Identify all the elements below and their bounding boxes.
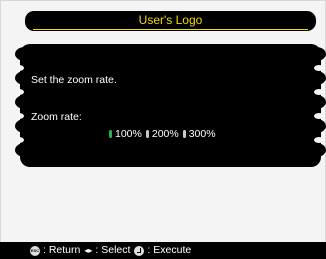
radio-selected-icon xyxy=(109,130,112,138)
zoom-option-label: 100% xyxy=(115,128,142,140)
left-right-arrows-icon: ◂▸ xyxy=(84,246,93,255)
radio-unselected-icon xyxy=(182,130,186,138)
zoom-option-200[interactable]: 200% xyxy=(144,128,179,140)
zoom-option-300[interactable]: 300% xyxy=(181,128,216,140)
title-bar: User's Logo xyxy=(25,11,316,31)
panel-edge-bump xyxy=(15,47,35,61)
panel-edge-notch xyxy=(14,65,24,71)
panel-edge-notch xyxy=(314,89,324,95)
title-underline xyxy=(33,29,308,30)
return-hint: : Return xyxy=(43,244,81,256)
radio-unselected-icon xyxy=(145,130,149,138)
panel-edge-bump xyxy=(306,47,326,61)
panel-edge-notch xyxy=(314,65,324,71)
instruction-text: Set the zoom rate. xyxy=(31,74,117,86)
panel-edge-bump xyxy=(306,95,326,109)
esc-button-icon: ESC xyxy=(30,245,40,256)
zoom-rate-label: Zoom rate: xyxy=(31,111,82,123)
zoom-rate-options: 100% 200% 300% xyxy=(107,128,218,140)
panel-edge-bump xyxy=(306,143,326,157)
enter-button-icon xyxy=(134,245,145,256)
execute-hint: : Execute xyxy=(147,244,192,256)
panel-edge-notch xyxy=(14,89,24,95)
zoom-option-label: 200% xyxy=(151,128,179,140)
panel-edge-bump xyxy=(15,143,35,157)
zoom-option-100[interactable]: 100% xyxy=(107,128,142,140)
panel-edge-bump xyxy=(15,95,35,109)
zoom-option-label: 300% xyxy=(188,128,216,140)
panel-edge-notch xyxy=(314,137,324,143)
select-hint: : Select xyxy=(95,244,131,256)
panel-edge-notch xyxy=(314,113,324,119)
panel-edge-notch xyxy=(14,113,24,119)
panel-edge-notch xyxy=(14,137,24,143)
panel-edge-bump xyxy=(306,119,326,133)
footer-help-bar: ESC : Return ◂▸ : Select : Execute xyxy=(0,242,326,259)
window-title: User's Logo xyxy=(138,13,203,27)
projector-screen: User's Logo Set the zoom rate. Zoom rate… xyxy=(0,0,326,259)
settings-panel xyxy=(20,44,321,167)
panel-edge-bump xyxy=(306,71,326,85)
